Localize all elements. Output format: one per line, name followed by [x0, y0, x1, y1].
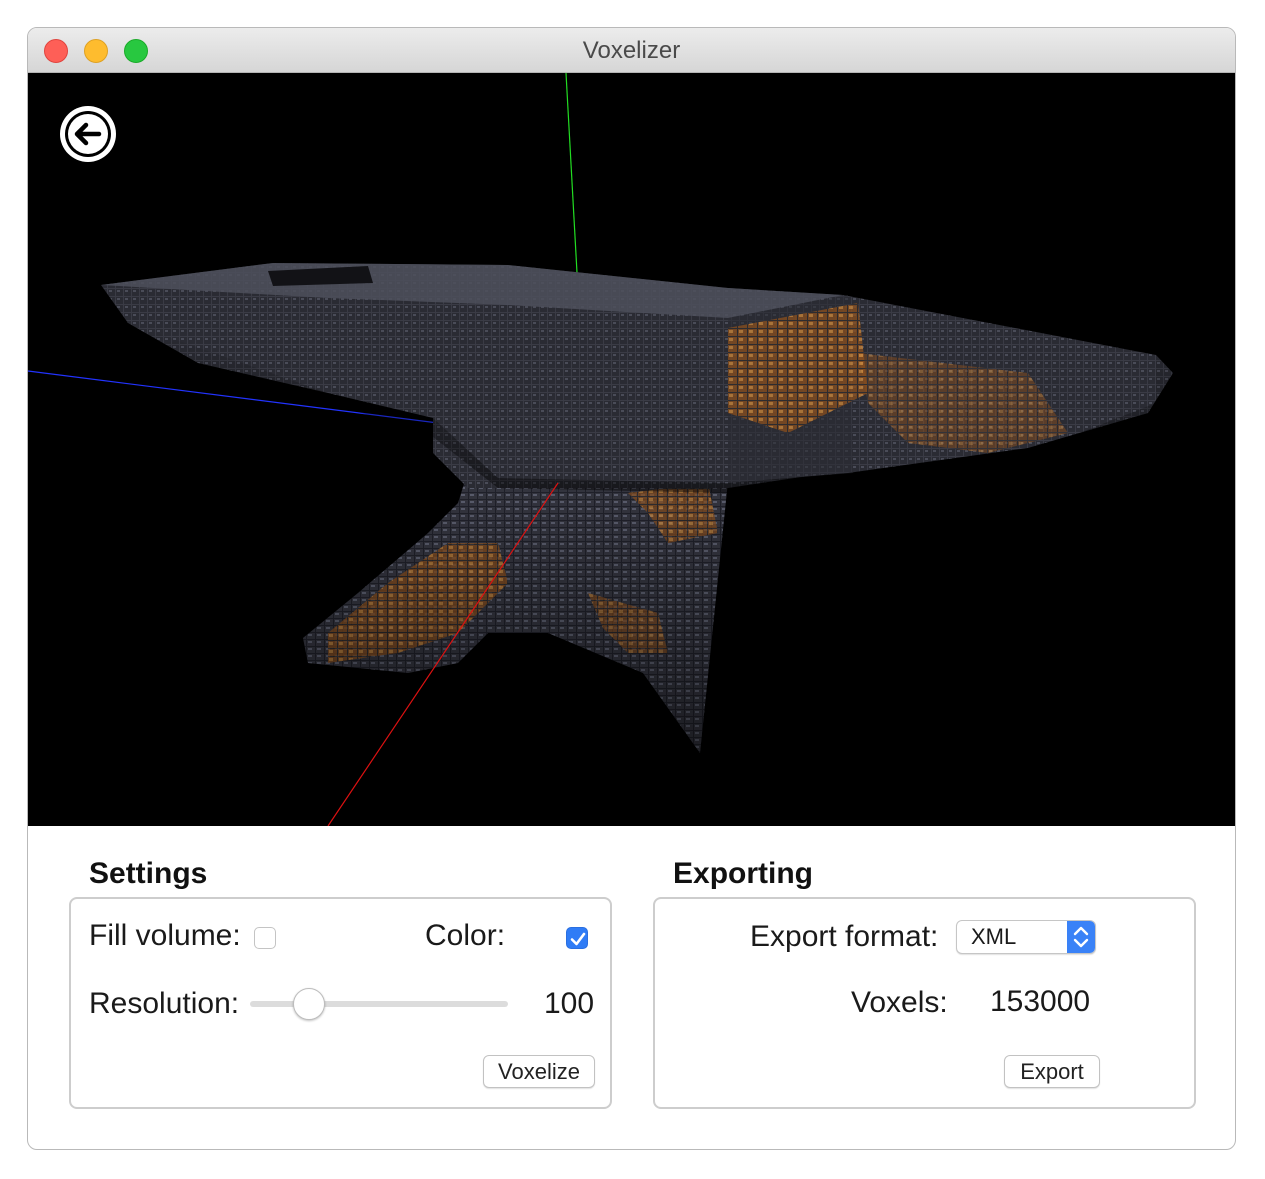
color-label: Color: [425, 919, 506, 952]
voxels-count: 153000 [990, 985, 1091, 1018]
export-button[interactable]: Export [1004, 1055, 1100, 1088]
voxels-label: Voxels: [851, 986, 948, 1019]
anvil-base [303, 471, 728, 753]
resolution-value: 100 [544, 987, 595, 1020]
anvil-top [101, 263, 1173, 493]
export-format-select[interactable]: XML [956, 920, 1096, 954]
export-format-label: Export format: [750, 920, 939, 953]
checkmark-icon [570, 932, 586, 946]
resolution-label: Resolution: [89, 987, 240, 1020]
color-checkbox[interactable] [566, 927, 588, 949]
app-window: Voxelizer Settings Fill volume: Color: R… [27, 27, 1236, 1150]
voxelize-button[interactable]: Voxelize [483, 1055, 595, 1088]
export-format-value: XML [971, 924, 1017, 949]
select-arrows-icon [1067, 921, 1095, 953]
3d-viewport[interactable] [28, 73, 1235, 826]
title-bar: Voxelizer [28, 28, 1235, 73]
settings-panel: Fill volume: Color: Resolution: 100 Voxe… [69, 897, 612, 1109]
resolution-slider[interactable] [250, 1001, 508, 1007]
voxel-model-render [28, 73, 1173, 826]
settings-title: Settings [89, 857, 208, 890]
fill-volume-checkbox[interactable] [254, 927, 276, 949]
y-axis-line [565, 73, 579, 292]
arrow-left-circle-icon [60, 106, 116, 162]
exporting-panel: Export format: XML Voxels: 153000 Export [653, 897, 1196, 1109]
exporting-title: Exporting [673, 857, 813, 890]
back-button[interactable] [58, 104, 118, 164]
resolution-slider-thumb[interactable] [293, 988, 326, 1020]
window-title: Voxelizer [582, 37, 681, 64]
fill-volume-label: Fill volume: [89, 919, 241, 952]
